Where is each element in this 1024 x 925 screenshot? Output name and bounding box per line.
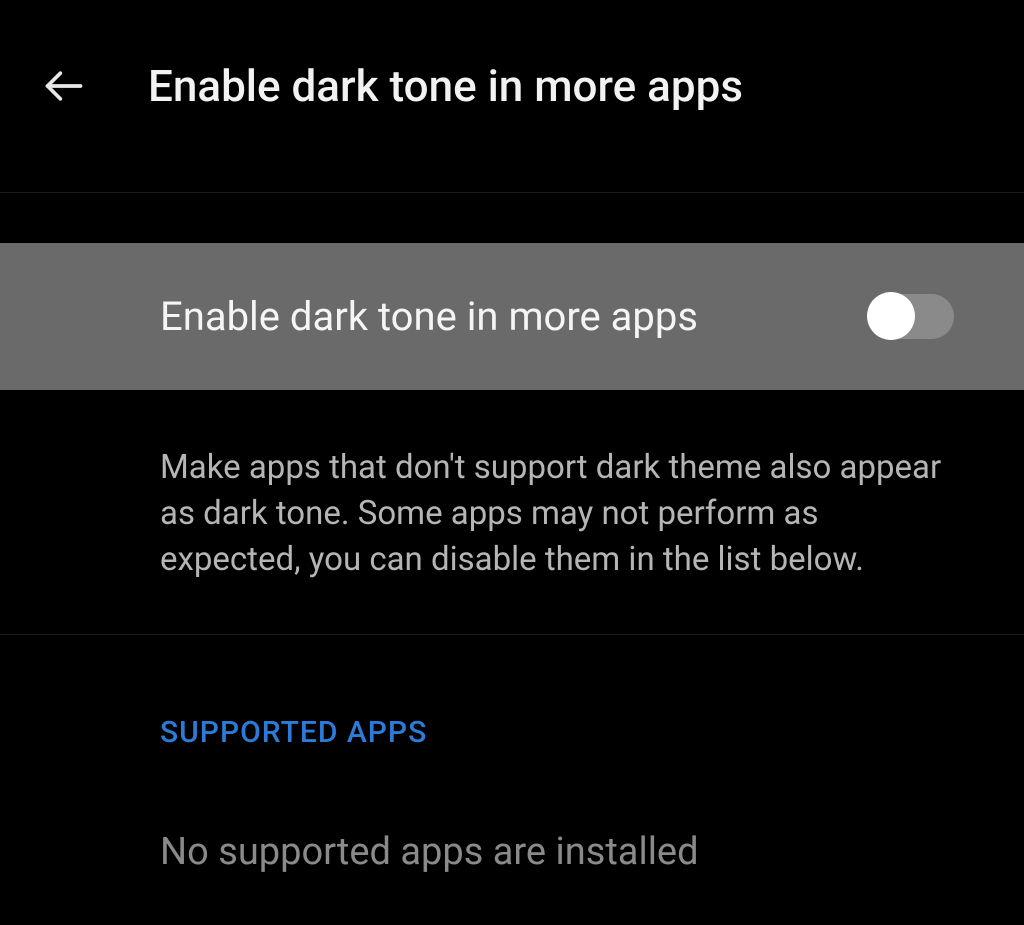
page-title: Enable dark tone in more apps xyxy=(148,60,743,112)
back-icon[interactable] xyxy=(40,62,88,110)
dark-tone-toggle-row[interactable]: Enable dark tone in more apps xyxy=(0,243,1024,390)
header: Enable dark tone in more apps xyxy=(0,0,1024,193)
toggle-switch[interactable] xyxy=(869,294,954,339)
toggle-knob xyxy=(867,292,915,340)
toggle-label: Enable dark tone in more apps xyxy=(160,293,698,340)
description-text: Make apps that don't support dark theme … xyxy=(0,390,1024,635)
empty-apps-message: No supported apps are installed xyxy=(0,780,1024,894)
supported-apps-header: SUPPORTED APPS xyxy=(0,635,1024,780)
